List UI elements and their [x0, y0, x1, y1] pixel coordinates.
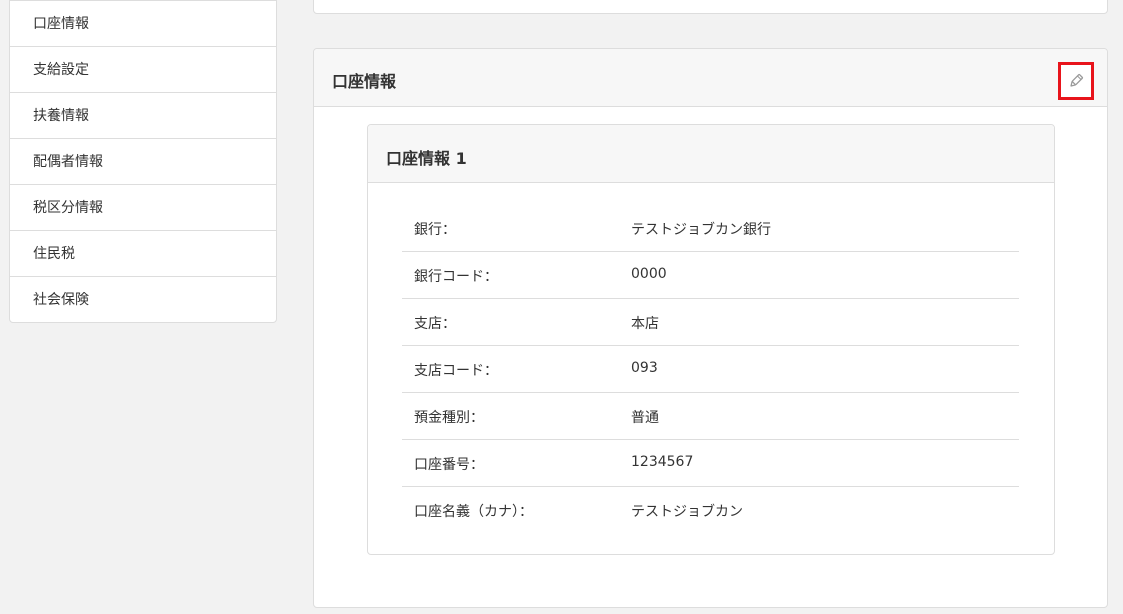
row-value: テストジョブカン: [631, 504, 743, 520]
account-info-table: 銀行： テストジョブカン銀行 銀行コード： 0000 支店： 本店 支店コード：…: [402, 205, 1019, 534]
row-value: 本店: [631, 316, 659, 332]
row-label: 支店：: [414, 316, 456, 332]
row-value: 普通: [631, 410, 659, 426]
account-card: 口座情報 1 銀行： テストジョブカン銀行 銀行コード： 0000 支店： 本店…: [367, 124, 1055, 555]
edit-button[interactable]: [1058, 62, 1094, 100]
sidebar-item-label: 扶養情報: [33, 108, 89, 124]
sidebar-item-account-info[interactable]: 口座情報: [10, 0, 276, 46]
row-label: 銀行：: [414, 222, 456, 238]
table-row: 支店： 本店: [402, 299, 1019, 346]
table-row: 銀行コード： 0000: [402, 252, 1019, 299]
panel-title: 口座情報: [332, 72, 397, 91]
row-label: 支店コード：: [414, 363, 498, 379]
sidebar-item-social-insurance[interactable]: 社会保険: [10, 276, 276, 322]
sidebar-item-dependents[interactable]: 扶養情報: [10, 92, 276, 138]
sidebar-item-label: 配偶者情報: [33, 154, 103, 170]
table-row: 口座名義（カナ）： テストジョブカン: [402, 487, 1019, 534]
sidebar-item-label: 社会保険: [33, 292, 89, 308]
sidebar: 口座情報 支給設定 扶養情報 配偶者情報 税区分情報 住民税 社会保険: [9, 0, 277, 323]
table-row: 銀行： テストジョブカン銀行: [402, 205, 1019, 252]
row-label: 銀行コード：: [414, 269, 498, 285]
row-value: テストジョブカン銀行: [631, 222, 771, 238]
account-info-panel: 口座情報 口座情報 1 銀行： テストジョブカン銀行 銀行コード： 0000 支…: [313, 48, 1108, 608]
table-row: 口座番号： 1234567: [402, 440, 1019, 487]
table-row: 支店コード： 093: [402, 346, 1019, 393]
sidebar-item-spouse[interactable]: 配偶者情報: [10, 138, 276, 184]
account-card-title: 口座情報 1: [386, 149, 467, 168]
sidebar-item-resident-tax[interactable]: 住民税: [10, 230, 276, 276]
row-label: 口座名義（カナ）：: [414, 504, 533, 520]
row-label: 預金種別：: [414, 410, 484, 426]
sidebar-item-label: 口座情報: [33, 16, 89, 32]
panel-header: 口座情報: [314, 49, 1107, 107]
row-value: 1234567: [631, 454, 694, 470]
row-label: 口座番号：: [414, 457, 484, 473]
sidebar-item-label: 税区分情報: [33, 200, 103, 216]
row-value: 0000: [631, 266, 667, 282]
pencil-icon: [1068, 73, 1084, 89]
sidebar-item-label: 支給設定: [33, 62, 89, 78]
previous-section-card: [313, 0, 1108, 14]
row-value: 093: [631, 360, 658, 376]
table-row: 預金種別： 普通: [402, 393, 1019, 440]
sidebar-item-label: 住民税: [33, 246, 75, 262]
account-card-header: 口座情報 1: [368, 125, 1054, 183]
sidebar-item-payment-settings[interactable]: 支給設定: [10, 46, 276, 92]
sidebar-item-tax-category[interactable]: 税区分情報: [10, 184, 276, 230]
